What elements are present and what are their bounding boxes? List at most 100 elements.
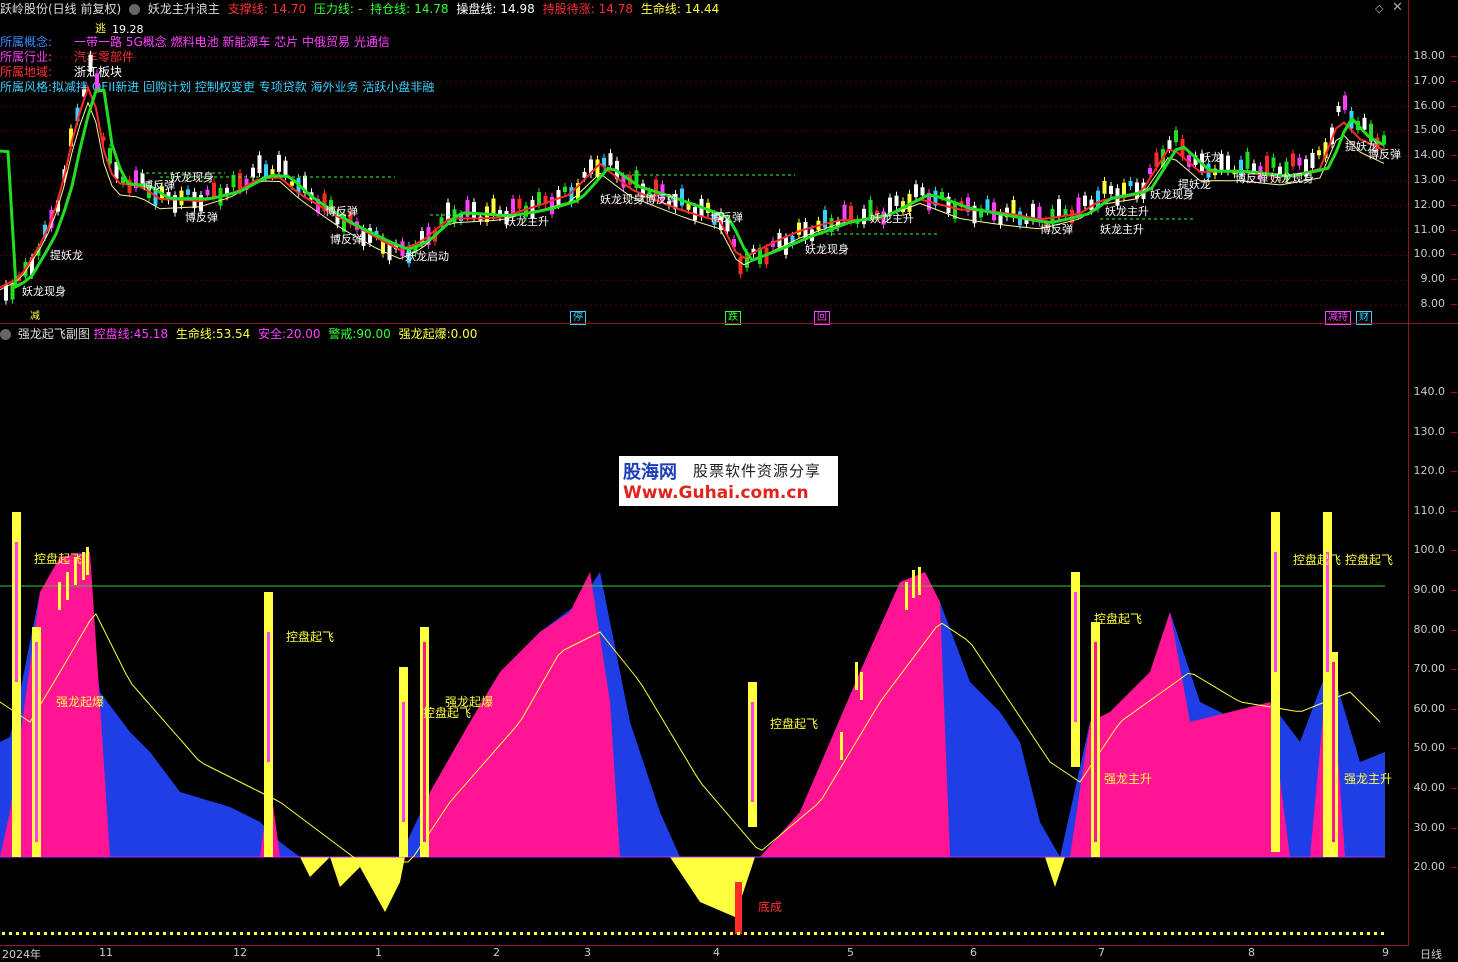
main-price-chart[interactable]: 提妖龙妖龙现身博反弹博反弹妖龙启动妖龙现身妖龙主升博反弹博反弹妖龙现身 博反弹博反… [0,18,1408,324]
baseline-dot [758,932,761,935]
signal-annotation: 博反弹 [185,210,218,224]
baseline-dot [1346,932,1349,935]
signal-tick [58,582,61,610]
baseline-dot [93,932,96,935]
candle [517,198,522,209]
baseline-dot [576,932,579,935]
baseline-dot [716,932,719,935]
baseline-dot [1339,932,1342,935]
indicator-annotation: 控盘起飞 [34,551,82,566]
sub-axis-tick: 140.0 [1413,385,1457,398]
baseline-dot [737,932,740,935]
indicator-annotation: 强龙起爆 [56,695,104,709]
candle [680,188,684,206]
main-axis-tick: 11.00 [1413,222,1457,236]
candle [95,73,99,90]
candle [1109,185,1113,194]
settings-icon[interactable] [129,4,141,15]
x-label-may: 5 [847,946,854,959]
baseline-dot [709,932,712,935]
baseline-dot [702,932,705,935]
baseline-dot [954,932,957,935]
baseline-dot [184,932,187,935]
expand-icon[interactable]: ◇ [1375,2,1383,15]
x-label-feb: 2 [493,946,500,959]
baseline-dot [1353,932,1356,935]
pressure-label: 压力线: [313,2,354,16]
baseline-dot [1129,932,1132,935]
baseline-dot [653,932,656,935]
safe-value: 20.00 [286,327,321,341]
baseline-dot [1087,932,1090,935]
marker-reduce[interactable]: 减 [28,311,42,323]
signal-annotation: 妖龙主升 [1100,222,1144,236]
baseline-dot [2,932,5,935]
baseline-dot [1185,932,1188,935]
close-icon[interactable]: ✕ [1392,0,1403,15]
baseline-dot [681,932,684,935]
x-label-nov: 11 [99,946,113,959]
baseline-dot [387,932,390,935]
baseline-dot [751,932,754,935]
life-label: 生命线: [175,327,216,341]
baseline-dot [723,932,726,935]
sub-axis-tick: 20.00 [1413,860,1457,874]
baseline-dot [51,932,54,935]
baseline-dot [1150,932,1153,935]
signal-annotation: 妖龙 [1200,150,1222,164]
baseline-dot [366,932,369,935]
signal-tick [840,732,843,760]
baseline-dot [1311,932,1314,935]
baseline-dot [688,932,691,935]
baseline-dot [730,932,733,935]
indicator-name[interactable]: 妖龙主升浪主 [148,2,220,16]
indicator-annotation: 控盘起飞 [1094,611,1142,626]
candle [1167,140,1172,150]
baseline-dot [303,932,306,935]
hold-wait-value: 14.78 [598,2,634,16]
baseline-dot [674,932,677,935]
baseline-dot [625,932,628,935]
main-axis-tick: 18.00 [1413,49,1457,62]
sub-title[interactable]: 强龙起飞副图 [18,327,90,341]
baseline-dot [9,932,12,935]
panel-divider [0,323,1458,324]
baseline-dot [884,932,887,935]
x-label-sep: 9 [1382,946,1389,959]
sub-axis-tick: 40.00 [1413,781,1457,794]
signal-annotation: 妖龙启动 [405,249,449,263]
signal-bar-inner [423,642,426,842]
candle [920,187,925,196]
support-label: 支撑线: [227,2,268,16]
baseline-dot [317,932,320,935]
baseline-dot [961,932,964,935]
signal-bar-inner [751,702,754,802]
sub-axis-tick: 100.0 [1413,543,1457,557]
baseline-dot [527,932,530,935]
sub-indicator-chart[interactable]: 控盘起飞强龙起爆控盘起飞强龙起爆控盘起飞控盘起飞底成控盘起飞强龙主升控盘起飞 控盘… [0,342,1408,944]
candle [491,198,496,216]
main-axis-tick: 10.00 [1413,247,1457,261]
stock-title[interactable]: 跃岭股份(日线 前复权) [0,2,121,16]
signal-bar-inner [402,702,405,822]
baseline-dot [205,932,208,935]
main-axis-tick: 9.00 [1420,272,1457,286]
candle [1245,151,1250,169]
baseline-dot [135,932,138,935]
main-axis-tick: 8.00 [1420,297,1457,310]
baseline-dot [492,932,495,935]
signal-bar-inner [1274,552,1277,672]
signal-bar-inner [15,542,18,682]
baseline-dot [163,932,166,935]
main-axis-tick: 13.00 [1413,173,1457,186]
baseline-dot [1276,932,1279,935]
settings-icon[interactable] [0,329,11,340]
watermark-url: Www.Guhai.com.cn [623,483,809,503]
baseline-dot [156,932,159,935]
baseline-dot [695,932,698,935]
candle [797,222,801,235]
alert-value: 90.00 [356,327,391,341]
main-chart-header: 跃岭股份(日线 前复权) 妖龙主升浪主 支撑线: 14.70 压力线: - 持仓线:… [0,0,1408,18]
baseline-dot [1234,932,1237,935]
sub-axis-tick: 110.0 [1413,503,1457,517]
